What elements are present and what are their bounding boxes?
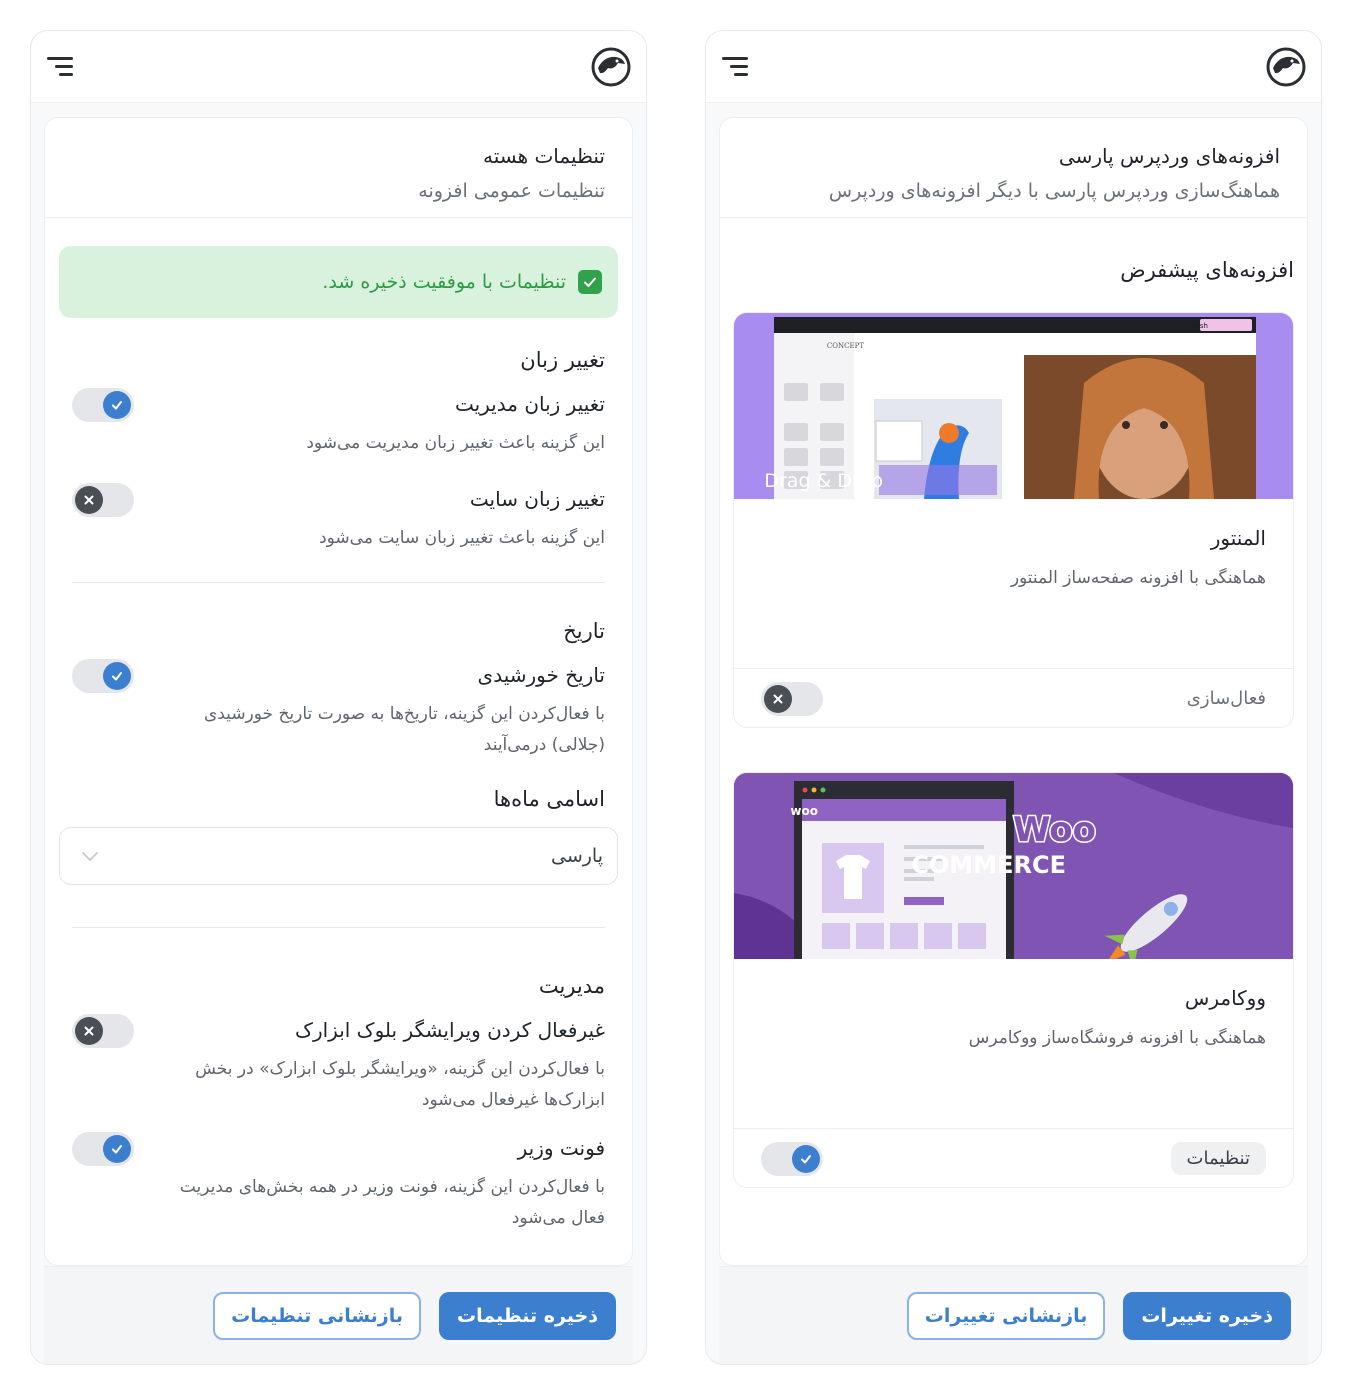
plugins-card: افزونه‌های وردپرس پارسی هماهنگ‌سازی وردپ… <box>719 117 1308 1266</box>
footer-bar: ذخیره تغییرات بازنشانی تغییرات <box>719 1266 1308 1364</box>
plugin-footer: تنظیمات <box>734 1129 1293 1187</box>
admin-language-toggle[interactable] <box>72 388 134 422</box>
reset-changes-button[interactable]: بازنشانی تغییرات <box>906 1291 1106 1340</box>
check-icon <box>103 391 131 419</box>
elementor-plugin-card: Publish CONCEPT Drag & Drop المنتور هماه… <box>733 312 1294 728</box>
left-panel: تنظیمات هسته تنظیمات عمومی افزونه تنظیما… <box>30 30 647 1365</box>
default-plugins-title: افزونه‌های پیشفرض <box>1120 258 1294 282</box>
plugin-name: ووکامرس <box>1184 986 1266 1010</box>
right-panel: افزونه‌های وردپرس پارسی هماهنگ‌سازی وردپ… <box>705 30 1322 1365</box>
page-title: افزونه‌های وردپرس پارسی <box>1058 144 1280 168</box>
woo-logo-text: Woo <box>1013 810 1096 850</box>
logo-icon[interactable] <box>1265 46 1307 88</box>
woocommerce-plugin-card: woo Woo COMMERCE ووکامرس هماهنگی با افزو… <box>733 772 1294 1188</box>
elementor-screenshot: Publish CONCEPT Drag & Drop <box>734 313 1293 499</box>
site-language-toggle[interactable] <box>72 483 134 517</box>
top-bar <box>31 31 646 103</box>
select-value: پارسی <box>550 845 603 867</box>
reset-settings-button[interactable]: بازنشانی تنظیمات <box>213 1291 422 1340</box>
commerce-logo-text: COMMERCE <box>911 851 1066 879</box>
page-title: تنظیمات هسته <box>482 144 605 168</box>
card-header: تنظیمات هسته تنظیمات عمومی افزونه <box>45 118 632 218</box>
date-section-title: تاریخ <box>563 619 605 643</box>
option-label: تغییر زبان سایت <box>469 487 605 511</box>
elementor-toggle[interactable] <box>761 682 823 716</box>
divider <box>72 927 605 928</box>
block-editor-option: غیرفعال کردن ویرایشگر بلوک ابزارک با فعا… <box>45 1012 632 1116</box>
publish-label: Publish <box>1183 322 1208 330</box>
option-desc: این گزینه باعث تغییر زبان سایت می‌شود <box>319 528 605 548</box>
close-icon <box>75 486 103 514</box>
divider <box>72 582 605 583</box>
month-names-select[interactable]: پارسی <box>59 827 618 885</box>
admin-language-option: تغییر زبان مدیریت این گزینه باعث تغییر ز… <box>45 386 632 459</box>
alert-text: تنظیمات با موفقیت ذخیره شد. <box>322 271 566 293</box>
site-language-option: تغییر زبان سایت این گزینه باعث تغییر زبا… <box>45 481 632 554</box>
page-subtitle: تنظیمات عمومی افزونه <box>418 180 605 202</box>
vazir-font-toggle[interactable] <box>72 1132 134 1166</box>
activate-label: فعال‌سازی <box>1186 687 1266 709</box>
concept-label: CONCEPT <box>827 342 864 350</box>
woo-small-label: woo <box>790 804 818 818</box>
month-names-title: اسامی ماه‌ها <box>493 787 605 811</box>
check-icon <box>103 662 131 690</box>
admin-section-title: مدیریت <box>538 974 605 998</box>
option-desc: با فعال‌کردن این گزینه، «ویرایشگر بلوک ا… <box>195 1059 605 1110</box>
solar-date-option: تاریخ خورشیدی با فعال‌کردن این گزینه، تا… <box>45 657 632 761</box>
language-section-title: تغییر زبان <box>520 348 605 372</box>
block-editor-toggle[interactable] <box>72 1014 134 1048</box>
solar-date-toggle[interactable] <box>72 659 134 693</box>
woocommerce-preview-image: woo Woo COMMERCE <box>734 773 1293 959</box>
save-changes-button[interactable]: ذخیره تغییرات <box>1123 1291 1291 1340</box>
top-bar <box>706 31 1321 103</box>
option-desc: این گزینه باعث تغییر زبان مدیریت می‌شود <box>306 433 605 453</box>
plugin-footer: فعال‌سازی <box>734 669 1293 727</box>
woocommerce-banner: woo Woo COMMERCE <box>734 773 1293 959</box>
logo-icon[interactable] <box>590 46 632 88</box>
option-label: غیرفعال کردن ویرایشگر بلوک ابزارک <box>295 1018 605 1042</box>
option-label: تغییر زبان مدیریت <box>454 392 605 416</box>
card-header: افزونه‌های وردپرس پارسی هماهنگ‌سازی وردپ… <box>720 118 1307 218</box>
check-icon <box>792 1145 820 1173</box>
page-subtitle: هماهنگ‌سازی وردپرس پارسی با دیگر افزونه‌… <box>828 180 1280 202</box>
woocommerce-toggle[interactable] <box>761 1142 823 1176</box>
woo-settings-button[interactable]: تنظیمات <box>1170 1141 1266 1175</box>
check-icon <box>103 1135 131 1163</box>
save-settings-button[interactable]: ذخیره تنظیمات <box>439 1291 616 1340</box>
plugin-body: ووکامرس هماهنگی با افزونه فروشگاه‌ساز وو… <box>734 959 1293 1129</box>
drag-drop-caption: Drag & Drop <box>764 470 883 492</box>
plugin-name: المنتور <box>1210 526 1266 550</box>
option-label: فونت وزیر <box>517 1136 605 1160</box>
option-desc: با فعال‌کردن این گزینه، تاریخ‌ها به صورت… <box>203 704 605 755</box>
close-icon <box>764 685 792 713</box>
vazir-font-option: فونت وزیر با فعال‌کردن این گزینه، فونت و… <box>45 1130 632 1234</box>
menu-icon[interactable] <box>720 52 750 82</box>
plugin-body: المنتور هماهنگی با افزونه صفحه‌ساز المنت… <box>734 499 1293 669</box>
option-desc: با فعال‌کردن این گزینه، فونت وزیر در همه… <box>179 1177 605 1228</box>
elementor-preview-image: Publish CONCEPT Drag & Drop <box>734 313 1293 499</box>
success-alert: تنظیمات با موفقیت ذخیره شد. <box>59 246 618 318</box>
check-icon <box>578 270 602 294</box>
footer-bar: ذخیره تنظیمات بازنشانی تنظیمات <box>44 1266 633 1364</box>
menu-icon[interactable] <box>45 52 75 82</box>
chevron-down-icon <box>82 852 98 861</box>
close-icon <box>75 1017 103 1045</box>
core-settings-card: تنظیمات هسته تنظیمات عمومی افزونه تنظیما… <box>44 117 633 1266</box>
plugin-desc: هماهنگی با افزونه فروشگاه‌ساز ووکامرس <box>968 1028 1266 1048</box>
plugin-desc: هماهنگی با افزونه صفحه‌ساز المنتور <box>1010 568 1266 588</box>
option-label: تاریخ خورشیدی <box>477 663 605 687</box>
